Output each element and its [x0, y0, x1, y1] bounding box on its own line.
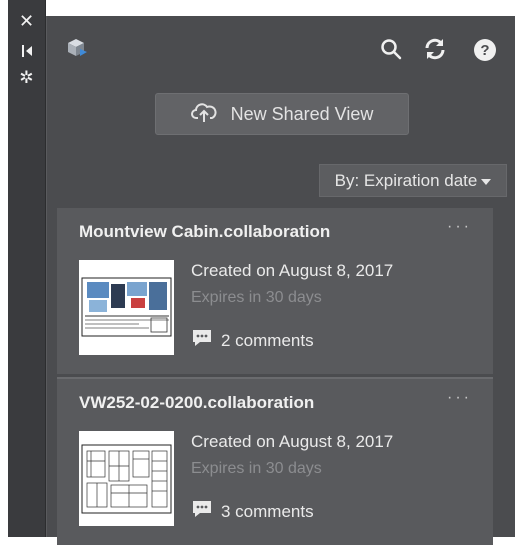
- more-options-icon[interactable]: ···: [447, 218, 472, 236]
- shared-view-title: Mountview Cabin.collaboration: [79, 222, 331, 241]
- new-shared-view-button[interactable]: New Shared View: [155, 93, 409, 135]
- window-edge: [0, 0, 8, 537]
- svg-text:?: ?: [480, 42, 489, 59]
- chevron-down-icon: [481, 178, 492, 185]
- refresh-icon[interactable]: [423, 38, 447, 65]
- drawing-thumbnail: [79, 431, 174, 526]
- shared-view-title: VW252-02-0200.collaboration: [79, 393, 315, 412]
- created-date: Created on August 8, 2017: [191, 261, 394, 280]
- cloud-upload-icon: [190, 101, 217, 128]
- comments-count: 2 comments: [221, 330, 314, 350]
- shared-view-card[interactable]: VW252-02-0200.collaboration ··· Created …: [57, 377, 493, 545]
- shared-view-card[interactable]: Mountview Cabin.collaboration ··· Create…: [57, 208, 493, 374]
- pin-icon[interactable]: [8, 44, 45, 58]
- palette-sidebar: ✕ ✲: [8, 0, 46, 537]
- comments-count: 3 comments: [221, 501, 314, 521]
- created-date: Created on August 8, 2017: [191, 432, 394, 451]
- shared-views-panel: ? New Shared View By: Expiration date Mo…: [46, 16, 515, 545]
- shared-views-logo-icon: [65, 37, 89, 64]
- comments-link[interactable]: 3 comments: [191, 499, 314, 524]
- sort-dropdown[interactable]: By: Expiration date: [319, 164, 507, 197]
- comment-icon: [191, 499, 213, 524]
- more-options-icon[interactable]: ···: [447, 389, 472, 407]
- comments-link[interactable]: 2 comments: [191, 328, 314, 353]
- comment-icon: [191, 328, 213, 353]
- help-icon[interactable]: ?: [473, 38, 497, 67]
- search-icon[interactable]: [380, 38, 402, 65]
- drawing-thumbnail: [79, 260, 174, 355]
- new-shared-view-label: New Shared View: [230, 103, 374, 124]
- expiry-text: Expires in 30 days: [191, 460, 322, 477]
- sort-label: By: Expiration date: [334, 170, 478, 190]
- expiry-text: Expires in 30 days: [191, 289, 322, 306]
- close-icon[interactable]: ✕: [8, 11, 45, 31]
- panel-toolbar: ?: [47, 16, 515, 76]
- gear-icon[interactable]: ✲: [8, 68, 45, 88]
